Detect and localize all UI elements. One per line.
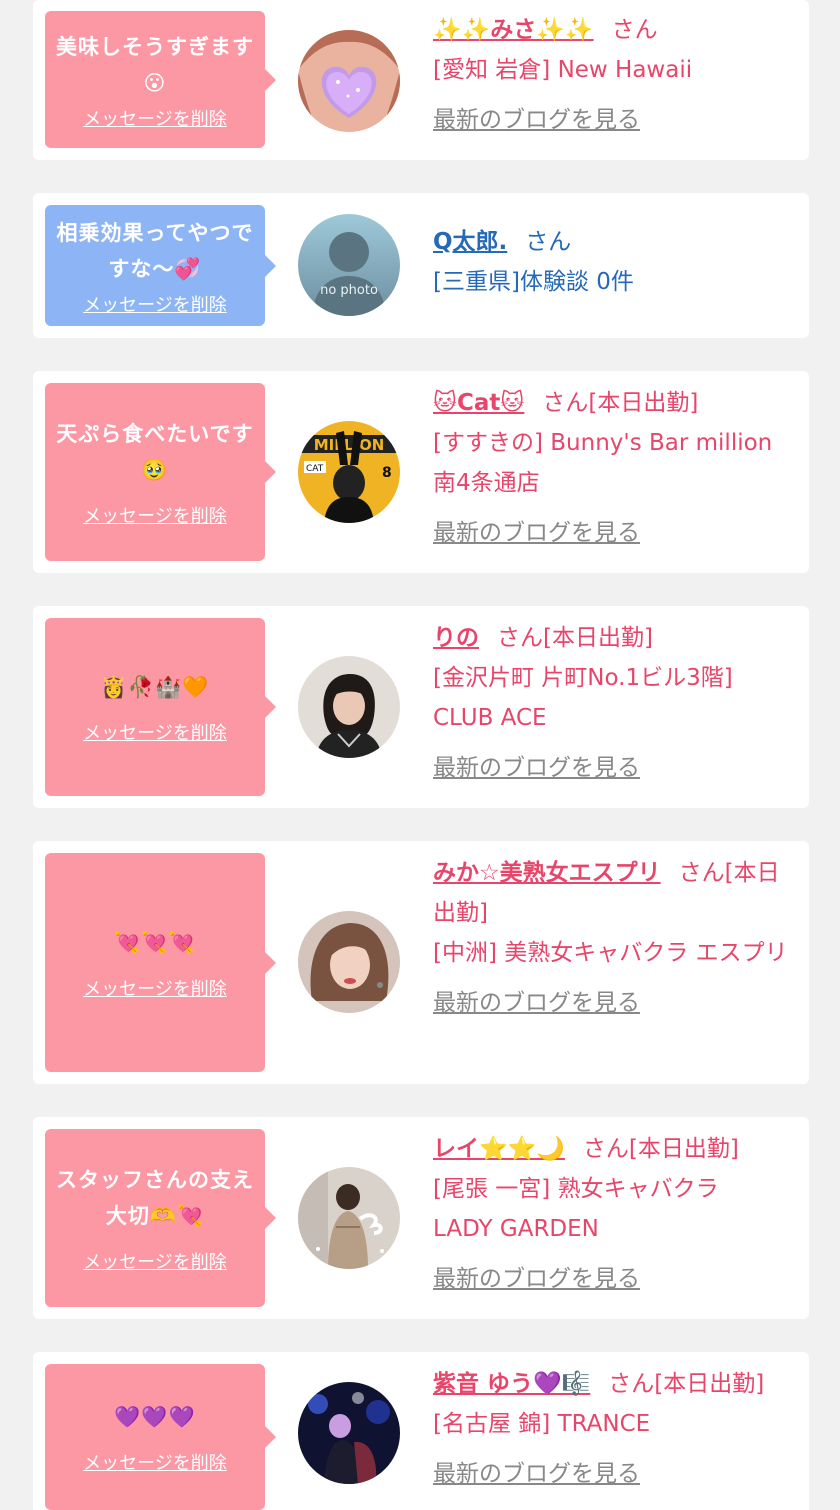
name-line: レイ⭐⭐🌙 さん[本日出勤] [433,1129,799,1169]
message-card: 💘💘💘 メッセージを削除 みか☆美熟女エスプリ さん[本日出勤] [中洲] 美熟女… [33,841,809,1084]
latest-blog-link[interactable]: 最新のブログを見る [433,1259,799,1299]
dress-back-photo-icon [298,1167,400,1269]
message-card: 天ぷら食べたいです🥹 メッセージを削除 MILLION CAT 8 🐱Cat🐱 さ… [33,371,809,573]
honorific: さん [611,17,658,43]
no-photo-silhouette-icon: no photo [298,214,400,316]
user-name-link[interactable]: 紫音 ゆう💜🎼 [433,1371,590,1397]
message-card: 美味しそうすぎます😮 メッセージを削除 ✨✨みさ✨✨ さん [愛知 岩倉] New… [33,0,809,160]
name-line: 🐱Cat🐱 さん[本日出勤] [433,383,799,423]
delete-message-link[interactable]: メッセージを削除 [83,719,227,745]
message-text: 💘💘💘 [114,930,196,955]
honorific: さん [525,229,572,255]
delete-message-link[interactable]: メッセージを削除 [83,975,227,1001]
delete-message-link[interactable]: メッセージを削除 [83,1449,227,1475]
message-text: 相乗効果ってやつですな〜💞 [56,220,254,281]
user-name-link[interactable]: レイ⭐⭐🌙 [433,1136,565,1162]
honorific: さん[本日出勤] [582,1136,739,1162]
shop-info: [尾張 一宮] 熟女キャバクラ LADY GARDEN [433,1176,719,1242]
user-name-link[interactable]: りの [433,625,479,651]
name-line: みか☆美熟女エスプリ さん[本日出勤] [433,853,799,933]
honorific: さん[本日出勤] [608,1371,765,1397]
bunny-ears-photo-icon: MILLION CAT 8 [298,421,400,523]
message-text: 💜💜💜 [114,1405,196,1429]
user-name-link[interactable]: ✨✨みさ✨✨ [433,17,594,43]
latest-blog-link[interactable]: 最新のブログを見る [433,100,799,140]
avatar[interactable]: MILLION CAT 8 [298,421,400,523]
member-info: みか☆美熟女エスプリ さん[本日出勤] [中洲] 美熟女キャバクラ エスプリ 最新… [433,853,799,1023]
member-info: 🐱Cat🐱 さん[本日出勤] [すすきの] Bunny's Bar million… [433,383,799,553]
message-bubble: スタッフさんの支え大切🫶💘 メッセージを削除 [45,1129,276,1307]
honorific: さん[本日出勤] [497,625,653,651]
name-line: Q太郎. さん [433,222,799,262]
message-bubble: 👸🥀🏰🧡 メッセージを削除 [45,618,276,796]
delete-message-link[interactable]: メッセージを削除 [83,105,227,131]
svg-text:MILLION: MILLION [314,436,385,454]
message-text: スタッフさんの支え大切🫶💘 [56,1168,254,1228]
avatar[interactable] [298,656,400,758]
shop-info: [すすきの] Bunny's Bar million 南4条通店 [433,430,773,496]
message-text: 美味しそうすぎます😮 [56,34,254,95]
member-info: 紫音 ゆう💜🎼 さん[本日出勤] [名古屋 錦] TRANCE 最新のブログを見る [433,1364,799,1494]
member-info: レイ⭐⭐🌙 さん[本日出勤] [尾張 一宮] 熟女キャバクラ LADY GARDE… [433,1129,799,1299]
user-name-link[interactable]: Q太郎. [433,229,507,255]
night-party-photo-icon [298,1382,400,1484]
message-card: 相乗効果ってやつですな〜💞 メッセージを削除 no photo Q太郎. さん [33,193,809,338]
user-name-link[interactable]: みか☆美熟女エスプリ [433,860,661,886]
message-bubble: 💘💘💘 メッセージを削除 [45,853,276,1072]
shop-info: [愛知 岩倉] New Hawaii [433,57,693,83]
message-bubble: 天ぷら食べたいです🥹 メッセージを削除 [45,383,276,561]
honorific: さん[本日出勤] [542,390,699,416]
member-info: りの さん[本日出勤] [金沢片町 片町No.1ビル3階] CLUB ACE 最新… [433,618,799,788]
svg-text:CAT: CAT [306,464,324,474]
latest-blog-link[interactable]: 最新のブログを見る [433,1454,799,1494]
message-bubble: 💜💜💜 メッセージを削除 [45,1364,276,1510]
delete-message-link[interactable]: メッセージを削除 [83,1248,227,1274]
avatar[interactable] [298,1167,400,1269]
svg-text:8: 8 [382,465,392,481]
avatar[interactable] [298,911,400,1013]
name-line: りの さん[本日出勤] [433,618,799,658]
latest-blog-link[interactable]: 最新のブログを見る [433,513,799,553]
delete-message-link[interactable]: メッセージを削除 [83,502,227,528]
latest-blog-link[interactable]: 最新のブログを見る [433,983,799,1023]
message-bubble: 美味しそうすぎます😮 メッセージを削除 [45,11,276,148]
delete-message-link[interactable]: メッセージを削除 [83,291,227,317]
name-line: 紫音 ゆう💜🎼 さん[本日出勤] [433,1364,799,1404]
heart-face-photo-icon [298,30,400,132]
message-card: スタッフさんの支え大切🫶💘 メッセージを削除 レイ⭐⭐🌙 さん[本日出勤] [尾張… [33,1117,809,1319]
avatar[interactable] [298,1382,400,1484]
message-bubble: 相乗効果ってやつですな〜💞 メッセージを削除 [45,205,276,326]
shop-info: [中洲] 美熟女キャバクラ エスプリ [433,940,788,966]
message-text: 👸🥀🏰🧡 [100,675,210,699]
message-list: 美味しそうすぎます😮 メッセージを削除 ✨✨みさ✨✨ さん [愛知 岩倉] New… [0,0,840,1510]
message-card: 💜💜💜 メッセージを削除 紫音 ゆう💜🎼 さん[本日出勤] [名古屋 錦] TRA… [33,1352,809,1510]
name-line: ✨✨みさ✨✨ さん [433,10,799,50]
shop-info: [三重県]体験談 0件 [433,269,634,295]
woman-selfie-photo-icon [298,911,400,1013]
shop-info: [名古屋 錦] TRANCE [433,1411,651,1437]
avatar[interactable] [298,30,400,132]
no-photo-text: no photo [320,283,378,298]
message-text: 天ぷら食べたいです🥹 [56,422,254,482]
woman-portrait-photo-icon [298,656,400,758]
avatar[interactable]: no photo [298,214,400,316]
member-info: ✨✨みさ✨✨ さん [愛知 岩倉] New Hawaii 最新のブログを見る [433,10,799,140]
message-card: 👸🥀🏰🧡 メッセージを削除 りの さん[本日出勤] [金沢片町 片町No.1ビル3… [33,606,809,808]
member-info: Q太郎. さん [三重県]体験談 0件 [433,222,799,302]
user-name-link[interactable]: 🐱Cat🐱 [433,390,524,416]
latest-blog-link[interactable]: 最新のブログを見る [433,748,799,788]
shop-info: [金沢片町 片町No.1ビル3階] CLUB ACE [433,665,733,731]
